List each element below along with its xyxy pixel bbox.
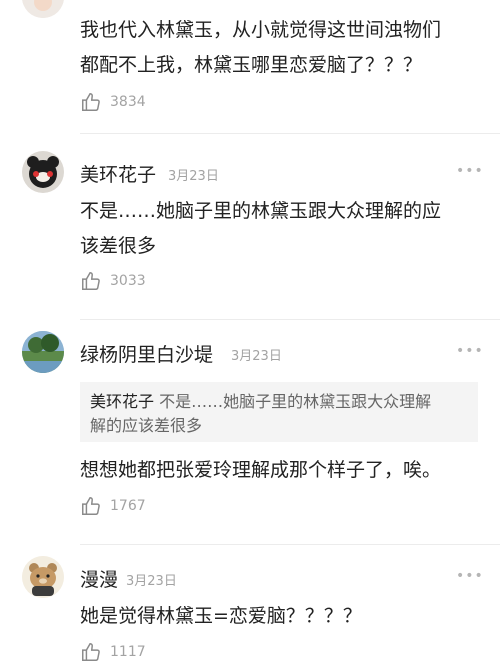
like-count: 3834 (110, 94, 146, 110)
quote-author[interactable]: 美环花子 (90, 392, 154, 411)
like-button[interactable]: 1117 (80, 641, 146, 663)
divider (80, 319, 500, 320)
thumbs-up-icon (82, 643, 100, 661)
thumbs-up-icon (82, 93, 100, 111)
username[interactable]: 绿杨阴里白沙堤 (80, 340, 213, 367)
comment-text: 她是觉得林黛玉=恋爱脑？？？？ (80, 605, 362, 627)
divider (80, 133, 500, 134)
like-button[interactable]: 3033 (80, 270, 146, 292)
username[interactable]: 漫漫 (80, 565, 118, 592)
quote-text: 解的应该差很多 (90, 416, 203, 435)
comment-date: 3月23日 (126, 574, 177, 589)
like-count: 1117 (110, 644, 146, 660)
comment-date: 3月23日 (168, 169, 219, 184)
comment-text-line: 都配不上我，林黛玉哪里恋爱脑了？？？ (80, 54, 423, 76)
comment-text-line: 不是……她脑子里的林黛玉跟大众理解的应 (80, 200, 442, 222)
more-options-icon[interactable]: ••• (456, 568, 484, 584)
comment-text-line: 我也代入林黛玉，从小就觉得这世间浊物们 (80, 19, 442, 41)
like-button[interactable]: 1767 (80, 495, 146, 517)
comment-text: 想想她都把张爱玲理解成那个样子了，唉。 (80, 459, 442, 481)
like-count: 1767 (110, 498, 146, 514)
like-count: 3033 (110, 273, 146, 289)
avatar[interactable] (22, 0, 64, 18)
avatar[interactable] (22, 556, 64, 598)
more-options-icon[interactable]: ••• (456, 163, 484, 179)
comment-text: 不是……她脑子里的林黛玉跟大众理解的应 该差很多 (80, 194, 480, 264)
comment-date: 3月23日 (231, 349, 282, 364)
divider (80, 544, 500, 545)
avatar[interactable] (22, 151, 64, 193)
comment-text: 我也代入林黛玉，从小就觉得这世间浊物们 都配不上我，林黛玉哪里恋爱脑了？？？ (80, 13, 480, 83)
username[interactable]: 美环花子 (80, 160, 156, 187)
like-button[interactable]: 3834 (80, 91, 146, 113)
quoted-reply[interactable]: 美环花子 不是……她脑子里的林黛玉跟大众理解 解的应该差很多 (80, 382, 478, 442)
avatar[interactable] (22, 331, 64, 373)
more-options-icon[interactable]: ••• (456, 343, 484, 359)
comment-text-line: 该差很多 (80, 235, 157, 257)
thumbs-up-icon (82, 497, 100, 515)
quote-text: 不是……她脑子里的林黛玉跟大众理解 (159, 392, 432, 411)
thumbs-up-icon (82, 272, 100, 290)
